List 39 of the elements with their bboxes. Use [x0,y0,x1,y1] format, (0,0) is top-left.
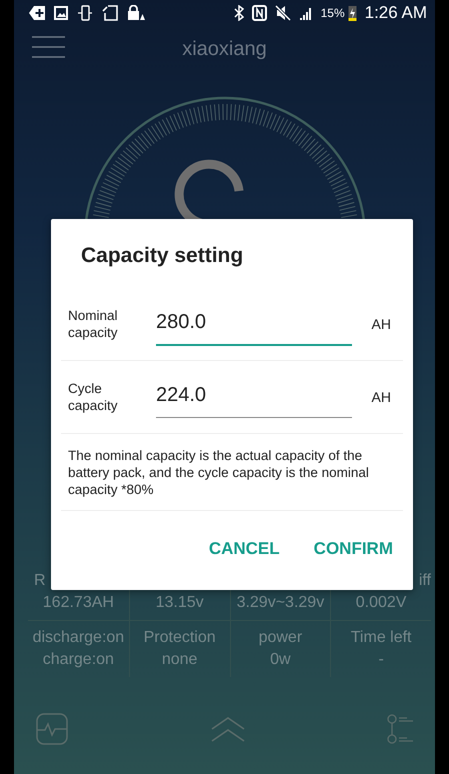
stat-value: charge:on [42,650,114,670]
dialog-title: Capacity setting [81,244,244,268]
lock-warning-icon [127,5,145,21]
nfc-icon [252,5,267,21]
stat-value: 162.73AH [42,593,114,613]
clock-time: 1:26 AM [364,3,427,23]
mute-icon [274,5,291,21]
timeline-list-icon[interactable] [387,714,415,744]
capacity-input[interactable]: 280.0 [156,302,352,346]
double-chevron-up-icon[interactable] [210,716,244,742]
stat-label: iff [418,571,431,591]
field-label: Nominal capacity [67,307,119,341]
battery-charging-icon [348,5,357,21]
screen-rotate-icon [102,5,118,21]
unit-label: AH [372,389,391,405]
phone-rotate-icon [77,5,93,21]
stat-value: none [162,650,198,670]
app-title: xiaoxiang [182,38,267,60]
unit-label: AH [372,316,391,332]
bluetooth-icon [234,5,244,21]
stat-value: 0.002V [356,593,406,613]
stat-value: 3.29v~3.29v [236,593,324,613]
dialog-note: The nominal capacity is the actual capacity of the battery pack, and the cycle capacity is the nominal capacity *80% [61,434,403,511]
field-label: Cycle capacity [67,380,119,414]
stat-value: 13.15v [156,593,204,613]
stat-label: R [33,571,46,591]
stat-value: - [378,650,384,670]
image-icon [54,6,68,20]
signal-icon [298,6,313,20]
stat-label: Time left [350,628,412,648]
stat-label: discharge:on [32,628,124,648]
menu-icon[interactable] [32,36,65,58]
stat-value: 0w [270,650,291,670]
battery-percent: 15% [320,6,345,20]
notification-icon [29,6,45,20]
pulse-monitor-icon[interactable] [36,713,68,745]
capacity-input[interactable]: 224.0 [156,376,352,418]
stat-label: power [258,628,302,648]
stat-label: Protection [144,628,216,648]
